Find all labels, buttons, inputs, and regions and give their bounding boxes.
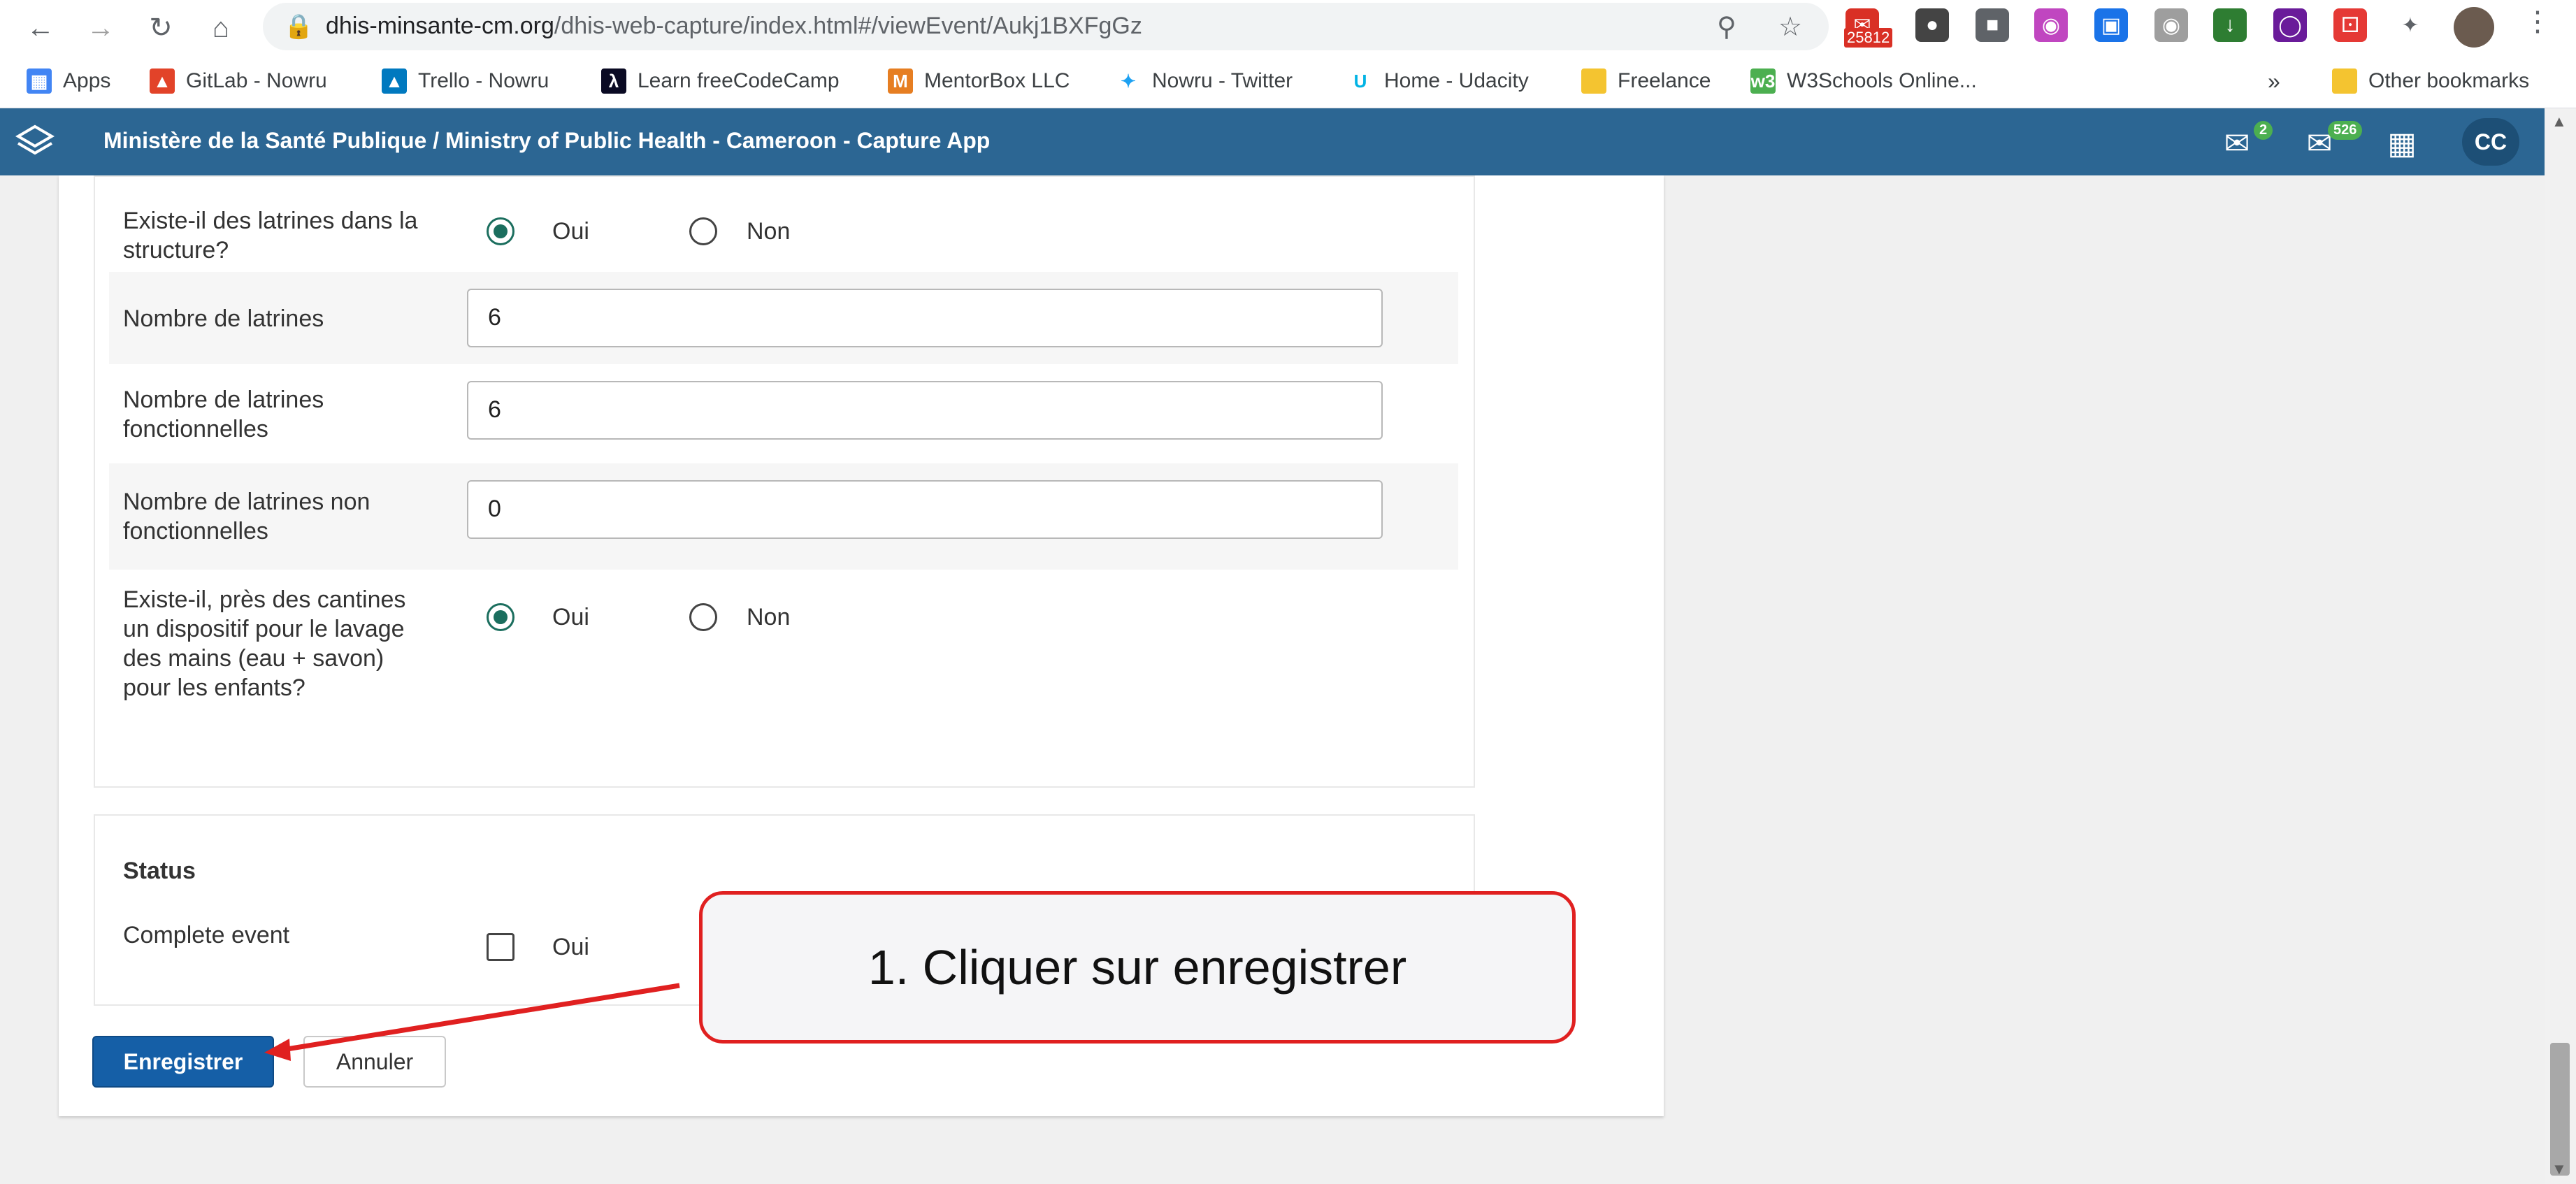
home-icon[interactable]: ⌂	[200, 7, 242, 49]
forward-icon[interactable]: →	[80, 7, 122, 49]
field-label: Nombre de latrines non fonctionnelles	[123, 489, 370, 544]
folder-icon	[1581, 68, 1606, 94]
radio-non-label: Non	[747, 218, 791, 245]
circle-extension-icon[interactable]: ◯	[2273, 8, 2307, 42]
tutorial-callout: 1. Cliquer sur enregistrer	[699, 891, 1576, 1044]
field-existe-latrines: Existe-il des latrines dans la structure…	[109, 177, 1458, 272]
gitlab-icon: ▲	[150, 68, 175, 94]
lock-icon: 🔒	[284, 13, 314, 40]
page-scrollbar[interactable]: ▲ ▼	[2545, 108, 2576, 1184]
messages-count: 2	[2254, 121, 2273, 140]
bookmark-mentorbox[interactable]: M MentorBox LLC	[888, 64, 1070, 98]
freecodecamp-icon: λ	[601, 68, 626, 94]
scroll-thumb[interactable]	[2550, 1043, 2570, 1176]
form-section: Existe-il des latrines dans la structure…	[94, 175, 1475, 788]
messages-icon[interactable]: ✉	[2217, 124, 2257, 163]
field-label: Nombre de latrines	[123, 305, 324, 332]
extension-badge: 25812	[1844, 28, 1893, 48]
bookmark-gitlab[interactable]: ▲ GitLab - Nowru	[150, 64, 327, 98]
latrines-non-fonctionnelles-input[interactable]: 0	[467, 480, 1383, 539]
complete-event-option: Oui	[552, 934, 589, 960]
dice-extension-icon[interactable]: ⚀	[2333, 8, 2367, 42]
radio-oui[interactable]	[487, 217, 515, 245]
bookmark-freelance[interactable]: Freelance	[1581, 64, 1711, 98]
reload-icon[interactable]: ↻	[140, 7, 182, 49]
trello-icon: ▲	[382, 68, 407, 94]
profile-avatar[interactable]	[2454, 7, 2494, 48]
latrines-fonctionnelles-input[interactable]: 6	[467, 381, 1383, 440]
back-icon[interactable]: ←	[20, 7, 62, 49]
complete-event-checkbox[interactable]	[487, 933, 515, 961]
bookmark-apps[interactable]: ▦ Apps	[27, 64, 110, 98]
mentorbox-icon: M	[888, 68, 913, 94]
field-latrines-non-fonctionnelles: Nombre de latrines non fonctionnelles 0	[109, 463, 1458, 570]
bookmark-w3schools[interactable]: w3 W3Schools Online...	[1750, 64, 1977, 98]
puzzle-extensions-icon[interactable]: ✦	[2394, 8, 2427, 42]
apps-grid-icon: ▦	[27, 68, 52, 94]
save-button[interactable]: Enregistrer	[92, 1036, 274, 1088]
field-lavage-mains: Existe-il, près des cantines un disposit…	[109, 570, 1458, 779]
app-header: Ministère de la Santé Publique / Ministr…	[0, 108, 2576, 175]
bookmark-udacity[interactable]: U Home - Udacity	[1348, 64, 1529, 98]
camera-extension-icon[interactable]: ◉	[2154, 8, 2188, 42]
radio-non[interactable]	[689, 603, 717, 631]
cancel-button[interactable]: Annuler	[303, 1036, 446, 1088]
bookmark-other[interactable]: Other bookmarks	[2332, 64, 2529, 98]
radio-non-label: Non	[747, 604, 791, 630]
field-nombre-latrines: Nombre de latrines 6	[109, 272, 1458, 364]
address-bar[interactable]: 🔒 dhis-minsante-cm.org/dhis-web-capture/…	[263, 3, 1829, 50]
mail-count: 526	[2328, 121, 2363, 140]
user-avatar[interactable]: CC	[2462, 118, 2519, 166]
bookmark-freecodecamp[interactable]: λ Learn freeCodeCamp	[601, 64, 840, 98]
eye-extension-icon[interactable]: ◉	[2034, 8, 2068, 42]
dhis2-logo-icon[interactable]	[14, 121, 56, 163]
folder-icon	[2332, 68, 2357, 94]
twitter-icon: ✦	[1116, 68, 1141, 94]
nombre-latrines-input[interactable]: 6	[467, 289, 1383, 347]
complete-event-label: Complete event	[123, 922, 290, 948]
radio-oui[interactable]	[487, 603, 515, 631]
bookmark-trello[interactable]: ▲ Trello - Nowru	[382, 64, 549, 98]
bookmarks-overflow-icon[interactable]: »	[2268, 64, 2280, 98]
chat-extension-icon[interactable]: ■	[1976, 8, 2009, 42]
browser-window: ← → ↻ ⌂ 🔒 dhis-minsante-cm.org/dhis-web-…	[0, 0, 2576, 1184]
field-label: Existe-il, près des cantines un disposit…	[123, 586, 406, 701]
download-extension-icon[interactable]: ↓	[2213, 8, 2247, 42]
zoom-icon[interactable]: ⚲	[1717, 11, 1736, 43]
scroll-up-icon[interactable]: ▲	[2552, 113, 2567, 131]
field-label: Nombre de latrines fonctionnelles	[123, 387, 324, 442]
panda-extension-icon[interactable]: ●	[1915, 8, 1949, 42]
field-latrines-fonctionnelles: Nombre de latrines fonctionnelles 6	[109, 364, 1458, 463]
udacity-icon: U	[1348, 68, 1373, 94]
apps-grid-icon[interactable]: ▦	[2382, 124, 2422, 163]
star-icon[interactable]: ☆	[1778, 11, 1802, 43]
radio-non[interactable]	[689, 217, 717, 245]
menu-kebab-icon[interactable]: ⋮	[2524, 6, 2552, 38]
radio-oui-label: Oui	[552, 604, 589, 630]
window-extension-icon[interactable]: ▣	[2094, 8, 2128, 42]
bookmarks-bar: ▦ Apps ▲ GitLab - Nowru ▲ Trello - Nowru λL…	[0, 57, 2576, 106]
url-text[interactable]: dhis-minsante-cm.org/dhis-web-capture/in…	[326, 13, 1142, 40]
field-label: Existe-il des latrines dans la structure…	[123, 208, 418, 263]
w3schools-icon: w3	[1750, 68, 1776, 94]
scroll-down-icon[interactable]: ▼	[2552, 1160, 2567, 1178]
status-title: Status	[123, 858, 196, 884]
radio-oui-label: Oui	[552, 218, 589, 245]
bookmark-twitter[interactable]: ✦ Nowru - Twitter	[1116, 64, 1293, 98]
browser-toolbar: ← → ↻ ⌂ 🔒 dhis-minsante-cm.org/dhis-web-…	[0, 0, 2576, 108]
app-title: Ministère de la Santé Publique / Ministr…	[103, 128, 991, 153]
